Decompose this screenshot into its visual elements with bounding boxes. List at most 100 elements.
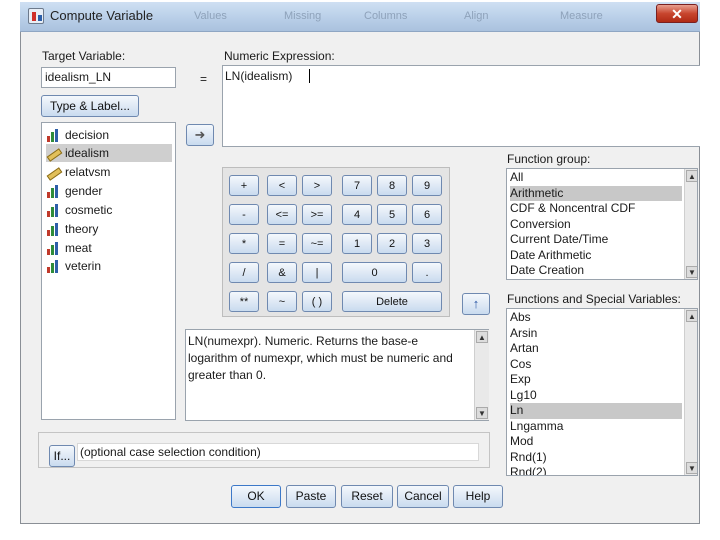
- digit-5-button[interactable]: 5: [377, 204, 407, 225]
- digit-6-button[interactable]: 6: [412, 204, 442, 225]
- digit-2-button[interactable]: 2: [377, 233, 407, 254]
- scroll-up-arrow-icon[interactable]: ▲: [686, 310, 697, 322]
- text-cursor: [309, 69, 310, 83]
- description-scrollbar[interactable]: ▲ ▼: [474, 330, 489, 420]
- functions-list[interactable]: Abs Arsin Artan Cos Exp Lg10 Ln Lngamma …: [506, 308, 698, 476]
- function-group-scrollbar[interactable]: ▲ ▼: [684, 169, 697, 279]
- description-text: LN(numexpr). Numeric. Returns the base-e…: [188, 334, 453, 382]
- equals-sign: =: [200, 72, 208, 86]
- arrow-up-icon: ↑: [472, 296, 480, 311]
- list-item[interactable]: Rnd(1): [510, 450, 682, 466]
- scroll-down-arrow-icon[interactable]: ▼: [686, 462, 697, 474]
- background-tab: Columns: [364, 10, 408, 22]
- greater-than-button[interactable]: >: [302, 175, 332, 196]
- scroll-down-arrow-icon[interactable]: ▼: [476, 407, 488, 419]
- list-item[interactable]: CDF & Noncentral CDF: [510, 201, 682, 217]
- list-item[interactable]: All: [510, 170, 682, 186]
- digit-8-button[interactable]: 8: [377, 175, 407, 196]
- list-item[interactable]: gender: [46, 182, 172, 200]
- list-item[interactable]: Arithmetic: [510, 185, 682, 201]
- multiply-button[interactable]: *: [229, 233, 259, 254]
- list-item[interactable]: Lngamma: [510, 419, 682, 435]
- less-equal-button[interactable]: <=: [267, 204, 297, 225]
- list-item[interactable]: Conversion: [510, 217, 682, 233]
- ruler-icon: [46, 166, 63, 182]
- list-item[interactable]: Exp: [510, 372, 682, 388]
- not-equal-button[interactable]: ~=: [302, 233, 332, 254]
- less-than-button[interactable]: <: [267, 175, 297, 196]
- move-variable-button[interactable]: ➜: [186, 124, 214, 146]
- list-item[interactable]: decision: [46, 126, 172, 144]
- list-item[interactable]: Cos: [510, 357, 682, 373]
- list-item[interactable]: cosmetic: [46, 201, 172, 219]
- insert-function-button[interactable]: ↑: [462, 293, 490, 315]
- ruler-icon: [46, 147, 63, 163]
- scroll-up-arrow-icon[interactable]: ▲: [476, 331, 488, 343]
- variable-name: decision: [65, 128, 110, 142]
- list-item[interactable]: Date Creation: [510, 263, 682, 279]
- paste-button[interactable]: Paste: [286, 485, 336, 508]
- or-button[interactable]: |: [302, 262, 332, 283]
- type-label-button[interactable]: Type & Label...: [41, 95, 139, 117]
- expression-text: LN(idealism): [225, 69, 293, 83]
- power-button[interactable]: **: [229, 291, 259, 312]
- list-item[interactable]: Mod: [510, 434, 682, 450]
- functions-label: Functions and Special Variables:: [507, 292, 681, 306]
- digit-9-button[interactable]: 9: [412, 175, 442, 196]
- list-item[interactable]: Lg10: [510, 388, 682, 404]
- numeric-expression-label: Numeric Expression:: [224, 49, 335, 63]
- ok-button[interactable]: OK: [231, 485, 281, 508]
- divide-button[interactable]: /: [229, 262, 259, 283]
- list-item[interactable]: meat: [46, 239, 172, 257]
- numeric-expression-input[interactable]: LN(idealism): [222, 65, 700, 147]
- target-variable-input[interactable]: idealism_LN: [41, 67, 176, 88]
- list-item[interactable]: theory: [46, 220, 172, 238]
- minus-button[interactable]: -: [229, 204, 259, 225]
- equals-button[interactable]: =: [267, 233, 297, 254]
- list-item[interactable]: Arsin: [510, 326, 682, 342]
- function-group-list[interactable]: All Arithmetic CDF & Noncentral CDF Conv…: [506, 168, 698, 280]
- scroll-up-arrow-icon[interactable]: ▲: [686, 170, 697, 182]
- bar-chart-icon: [46, 223, 60, 237]
- functions-scrollbar[interactable]: ▲ ▼: [684, 309, 697, 475]
- digit-3-button[interactable]: 3: [412, 233, 442, 254]
- parentheses-button[interactable]: ( ): [302, 291, 332, 312]
- bar-chart-icon: [46, 260, 60, 274]
- list-item[interactable]: Date Arithmetic: [510, 248, 682, 264]
- list-item[interactable]: relatvsm: [46, 163, 172, 182]
- decimal-button[interactable]: .: [412, 262, 442, 283]
- list-item[interactable]: Abs: [510, 310, 682, 326]
- target-variable-label: Target Variable:: [42, 49, 126, 63]
- variable-list[interactable]: decision idealism relatvsm gender cosmet…: [41, 122, 176, 420]
- digit-1-button[interactable]: 1: [342, 233, 372, 254]
- variable-name: meat: [65, 241, 92, 255]
- arrow-right-icon: ➜: [194, 127, 206, 142]
- close-icon[interactable]: ✕: [656, 4, 698, 23]
- keypad: + < > 7 8 9 - <= >= 4 5 6 * = ~= 1 2 3 /…: [222, 167, 450, 317]
- help-button[interactable]: Help: [453, 485, 503, 508]
- not-button[interactable]: ~: [267, 291, 297, 312]
- background-tab: Values: [194, 10, 227, 22]
- scroll-down-arrow-icon[interactable]: ▼: [686, 266, 697, 278]
- list-item[interactable]: veterin: [46, 257, 172, 275]
- variable-name: veterin: [65, 259, 102, 273]
- variable-name: relatvsm: [65, 165, 111, 179]
- greater-equal-button[interactable]: >=: [302, 204, 332, 225]
- variable-name: theory: [65, 222, 99, 236]
- list-item[interactable]: idealism: [46, 144, 172, 163]
- list-item[interactable]: Rnd(2): [510, 465, 682, 475]
- digit-7-button[interactable]: 7: [342, 175, 372, 196]
- plus-button[interactable]: +: [229, 175, 259, 196]
- list-item[interactable]: Artan: [510, 341, 682, 357]
- reset-button[interactable]: Reset: [341, 485, 393, 508]
- digit-0-button[interactable]: 0: [342, 262, 407, 283]
- list-item[interactable]: Current Date/Time: [510, 232, 682, 248]
- and-button[interactable]: &: [267, 262, 297, 283]
- if-button[interactable]: If...: [49, 445, 75, 467]
- cancel-button[interactable]: Cancel: [397, 485, 449, 508]
- digit-4-button[interactable]: 4: [342, 204, 372, 225]
- background-tab: Measure: [560, 10, 603, 22]
- delete-button[interactable]: Delete: [342, 291, 442, 312]
- compute-variable-icon: [28, 8, 44, 24]
- list-item[interactable]: Ln: [510, 403, 682, 419]
